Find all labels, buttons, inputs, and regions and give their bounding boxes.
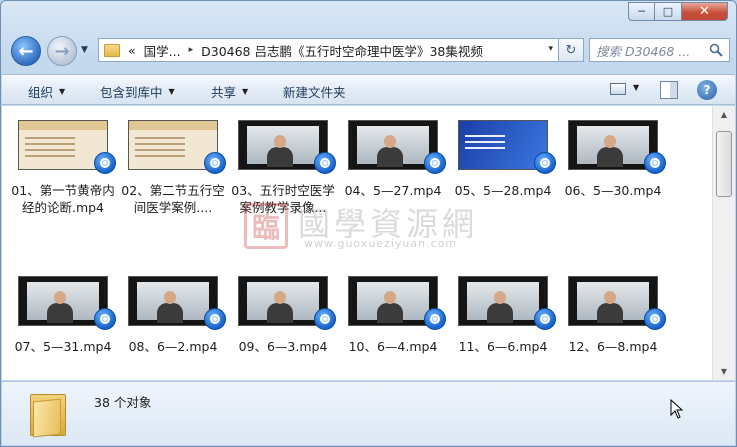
address-dropdown[interactable]: ▾ [548, 44, 553, 54]
media-player-badge-icon [314, 152, 336, 174]
new-folder-label: 新建文件夹 [283, 85, 346, 100]
file-name: 07、5—31.mp4 [14, 339, 112, 354]
search-icon [709, 43, 723, 57]
scrollbar-thumb[interactable] [716, 131, 732, 197]
chevron-down-icon: ▼ [59, 87, 66, 96]
forward-arrow-icon: → [54, 40, 70, 62]
item-count: 38 个对象 [94, 395, 152, 410]
media-player-badge-icon [94, 152, 116, 174]
back-arrow-icon: ← [18, 40, 34, 62]
preview-pane-button[interactable] [660, 81, 678, 99]
file-name: 03、五行时空医学案例教学录像... [231, 183, 335, 215]
help-button[interactable]: ? [697, 80, 717, 100]
file-name: 09、6—3.mp4 [238, 339, 328, 354]
file-name: 02、第二节五行空间医学案例.... [121, 183, 225, 215]
close-button[interactable]: ✕ [682, 2, 728, 21]
file-name: 12、6—8.mp4 [568, 339, 658, 354]
mouse-cursor-icon [670, 399, 684, 419]
media-player-badge-icon [644, 152, 666, 174]
back-button[interactable]: ← [11, 36, 41, 66]
new-folder-button[interactable]: 新建文件夹 [283, 82, 346, 101]
folder-icon [30, 390, 66, 438]
scroll-down-arrow[interactable]: ▼ [713, 363, 735, 380]
organize-label: 组织 [28, 85, 54, 100]
share-label: 共享 [211, 85, 237, 100]
file-list[interactable]: 01、第一节黄帝内经的论断.mp4 02、第二节五行空间医学案例.... 03、五行… [2, 106, 712, 380]
scroll-up-arrow[interactable]: ▲ [713, 106, 735, 123]
media-player-badge-icon [204, 152, 226, 174]
chevron-down-icon: ▼ [242, 87, 249, 96]
file-name: 11、6—6.mp4 [458, 339, 548, 354]
breadcrumb-overflow[interactable]: « [128, 43, 136, 58]
address-bar[interactable]: « 国学... ▸ D30468 吕志鹏《五行时空命理中医学》38集视频 ▾ [98, 38, 559, 62]
breadcrumb-item-current[interactable]: D30468 吕志鹏《五行时空命理中医学》38集视频 [201, 41, 483, 60]
include-in-library-menu[interactable]: 包含到库中 ▼ [100, 82, 175, 101]
breadcrumb-separator[interactable]: ▸ [189, 45, 194, 55]
breadcrumb-item[interactable]: 国学... [144, 41, 181, 60]
media-player-badge-icon [94, 308, 116, 330]
include-in-library-label: 包含到库中 [100, 85, 163, 100]
file-name: 05、5—28.mp4 [454, 183, 552, 198]
folder-icon [104, 43, 120, 57]
media-player-badge-icon [534, 308, 556, 330]
media-player-badge-icon [204, 308, 226, 330]
details-pane: 38 个对象 [2, 381, 735, 445]
media-player-badge-icon [424, 308, 446, 330]
refresh-icon: ↻ [565, 42, 577, 58]
view-options-dropdown[interactable]: ▼ [633, 83, 639, 92]
maximize-button[interactable]: □ [655, 2, 682, 21]
media-player-badge-icon [644, 308, 666, 330]
refresh-button[interactable]: ↻ [559, 38, 584, 62]
file-name: 06、5—30.mp4 [564, 183, 662, 198]
file-name: 04、5—27.mp4 [344, 183, 442, 198]
search-placeholder: 搜索 D30468 ... [596, 43, 691, 59]
organize-menu[interactable]: 组织 ▼ [28, 82, 65, 101]
minimize-button[interactable]: ─ [628, 2, 655, 21]
change-view-button[interactable] [610, 83, 626, 95]
forward-button[interactable]: → [47, 36, 77, 66]
command-bar: 组织 ▼ 包含到库中 ▼ 共享 ▼ 新建文件夹 ▼ ? [2, 74, 735, 105]
caption-buttons: ─ □ ✕ [628, 2, 728, 21]
media-player-badge-icon [534, 152, 556, 174]
share-menu[interactable]: 共享 ▼ [211, 82, 248, 101]
media-player-badge-icon [314, 308, 336, 330]
explorer-window: ─ □ ✕ ← → ▼ « 国学... ▸ D30468 吕志鹏《五行时空命理中… [0, 0, 737, 447]
file-name: 01、第一节黄帝内经的论断.mp4 [11, 183, 115, 215]
chevron-down-icon: ▼ [168, 87, 175, 96]
recent-pages-dropdown[interactable]: ▼ [81, 45, 88, 55]
search-input[interactable]: 搜索 D30468 ... [589, 38, 730, 62]
media-player-badge-icon [424, 152, 446, 174]
file-name: 10、6—4.mp4 [348, 339, 438, 354]
vertical-scrollbar[interactable]: ▲ ▼ [712, 106, 735, 380]
file-name: 08、6—2.mp4 [128, 339, 218, 354]
